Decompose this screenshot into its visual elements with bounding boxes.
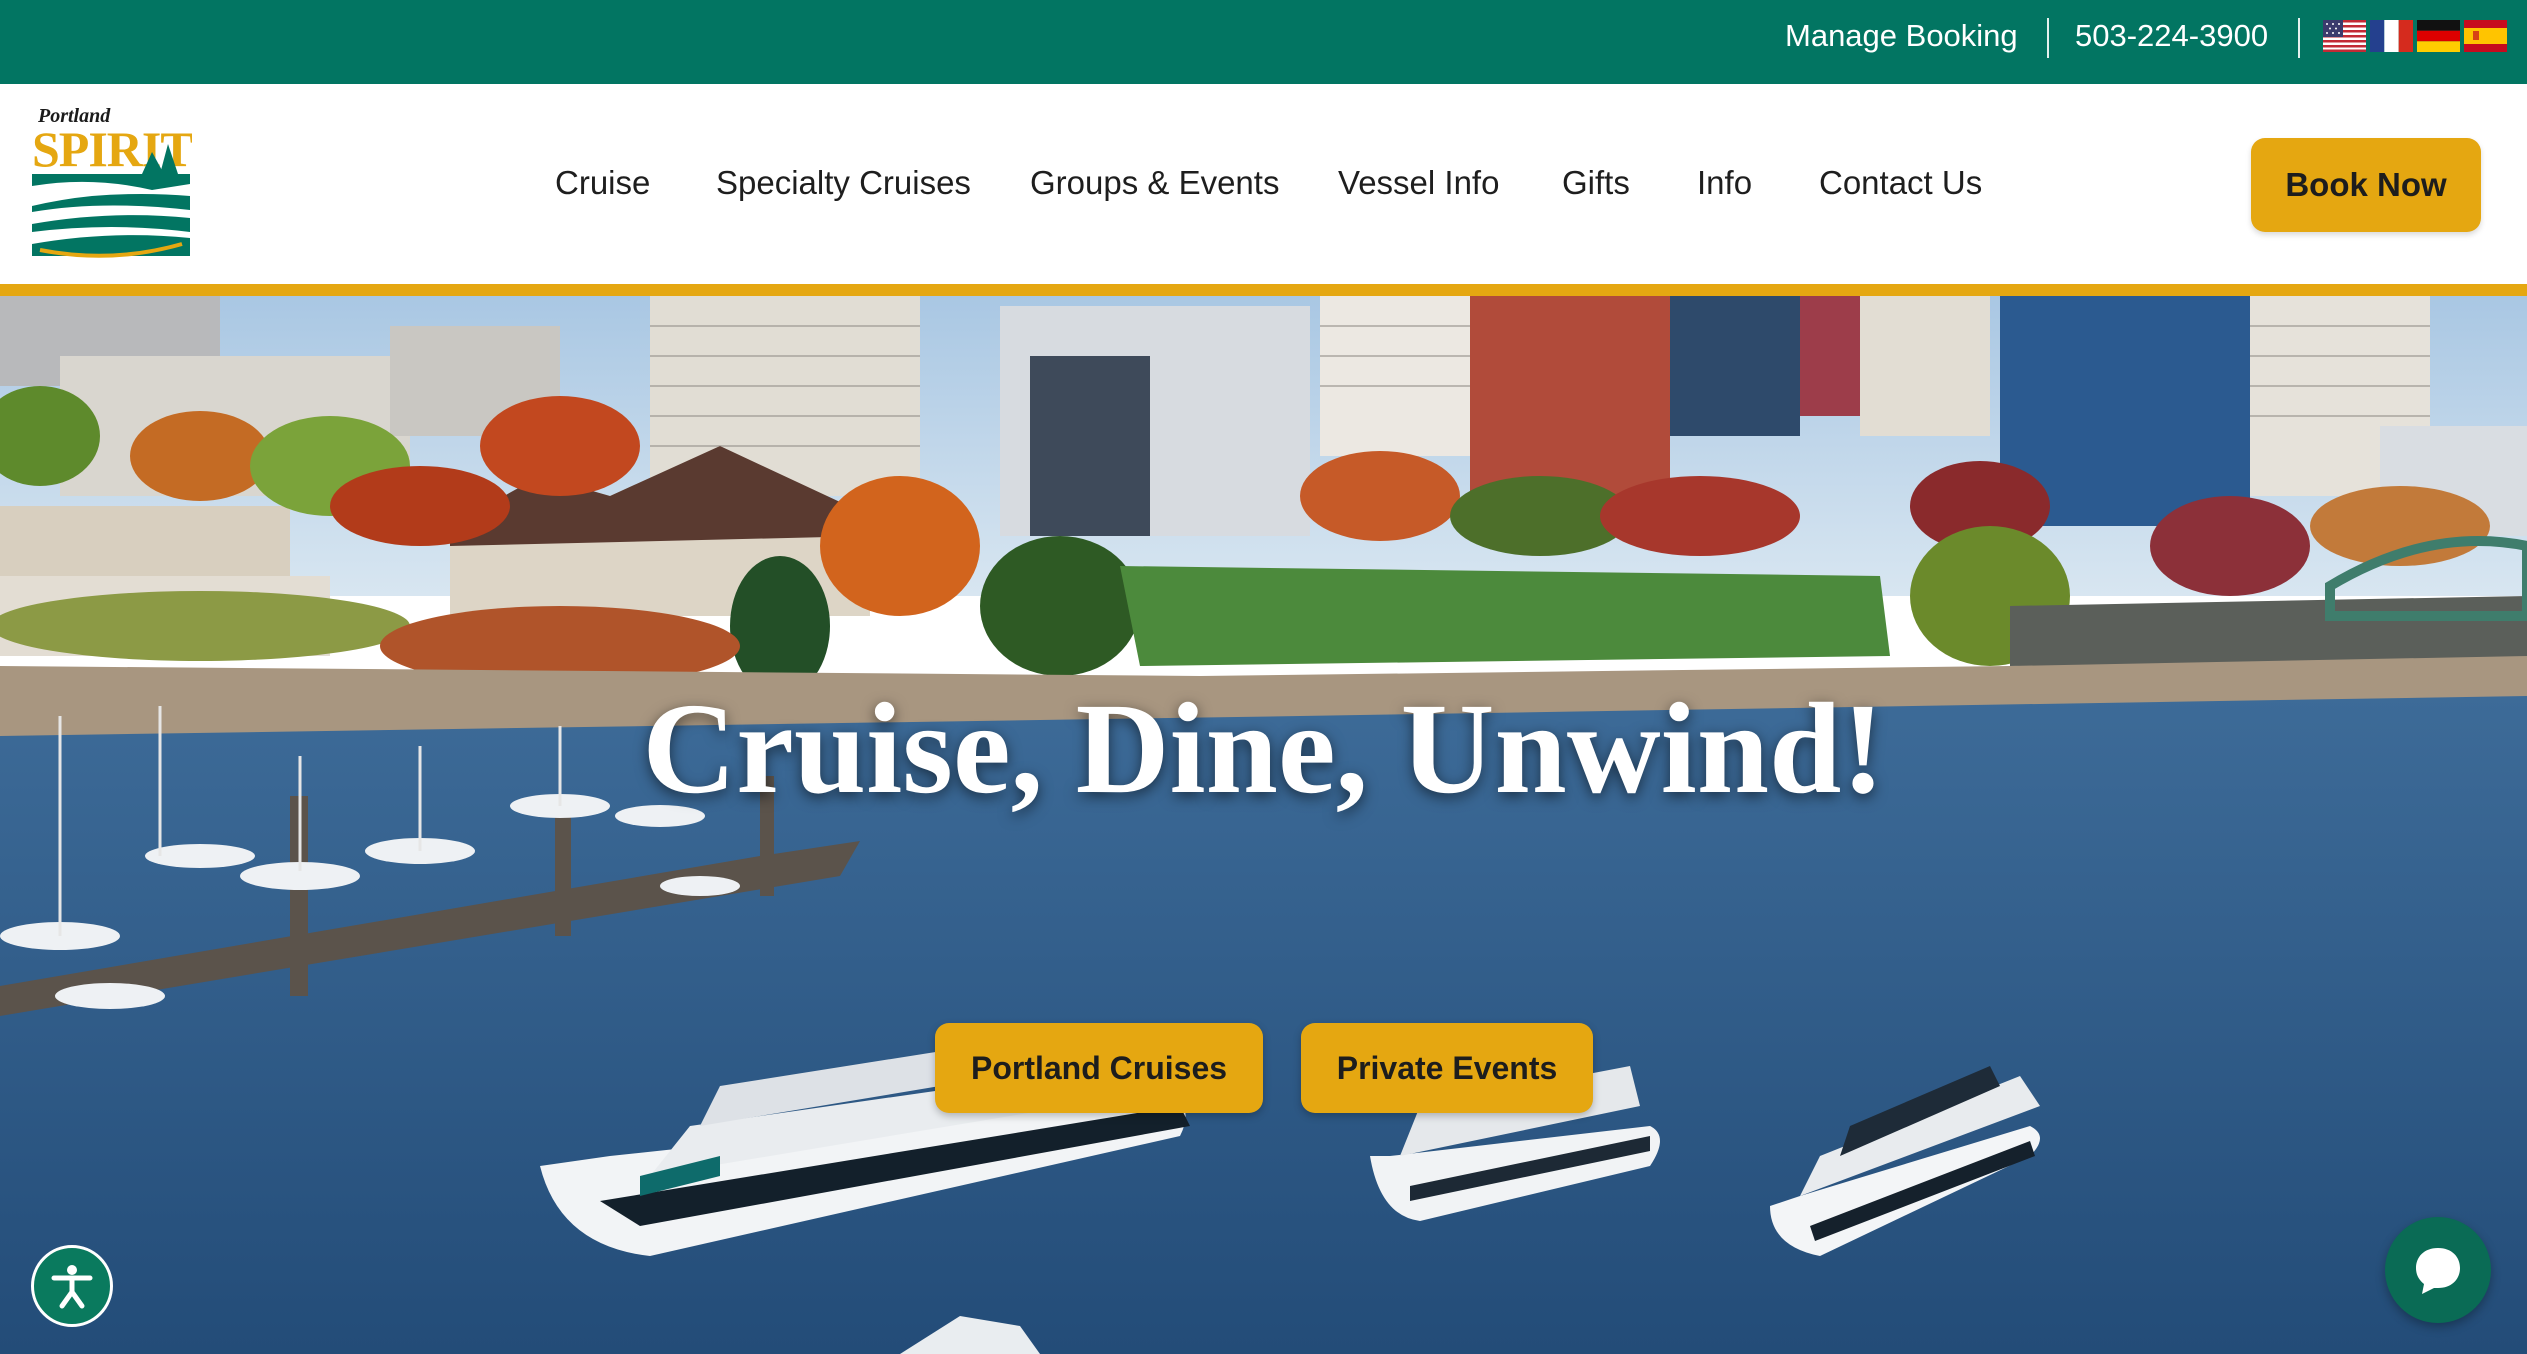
accessibility-icon [51, 1265, 93, 1309]
nav-item-contact-us[interactable]: Contact Us [1819, 162, 1982, 204]
portland-cruises-button[interactable]: Portland Cruises [935, 1023, 1263, 1113]
divider [2298, 18, 2300, 58]
book-now-button[interactable]: Book Now [2251, 138, 2481, 232]
top-utility-bar: Manage Booking 503-224-3900 [0, 0, 2527, 84]
hero-section: Cruise, Dine, Unwind! Portland Cruises P… [0, 296, 2527, 1354]
hero-headline: Cruise, Dine, Unwind! [642, 677, 1885, 821]
phone-link[interactable]: 503-224-3900 [2075, 16, 2268, 56]
chat-icon [2416, 1248, 2460, 1294]
germany-flag-icon[interactable] [2417, 20, 2460, 52]
site-header: Portland SPIRIT Cruise Specialty Cruises… [0, 84, 2527, 284]
hero-background-image [0, 296, 2527, 1354]
header-accent-stripe [0, 284, 2527, 296]
nav-item-gifts[interactable]: Gifts [1562, 162, 1630, 204]
nav-item-info[interactable]: Info [1697, 162, 1752, 204]
chat-button[interactable] [2385, 1217, 2491, 1323]
language-selector [2323, 20, 2507, 52]
divider [2047, 18, 2049, 58]
main-nav: Cruise Specialty Cruises Groups & Events… [0, 84, 2527, 284]
france-flag-icon[interactable] [2370, 20, 2413, 52]
nav-item-groups-events[interactable]: Groups & Events [1030, 162, 1279, 204]
manage-booking-link[interactable]: Manage Booking [1785, 16, 2018, 56]
nav-item-vessel-info[interactable]: Vessel Info [1338, 162, 1499, 204]
nav-item-cruise[interactable]: Cruise [555, 162, 650, 204]
us-flag-icon[interactable] [2323, 20, 2366, 52]
accessibility-button[interactable] [31, 1245, 113, 1327]
nav-item-specialty-cruises[interactable]: Specialty Cruises [716, 162, 971, 204]
spain-flag-icon[interactable] [2464, 20, 2507, 52]
private-events-button[interactable]: Private Events [1301, 1023, 1593, 1113]
